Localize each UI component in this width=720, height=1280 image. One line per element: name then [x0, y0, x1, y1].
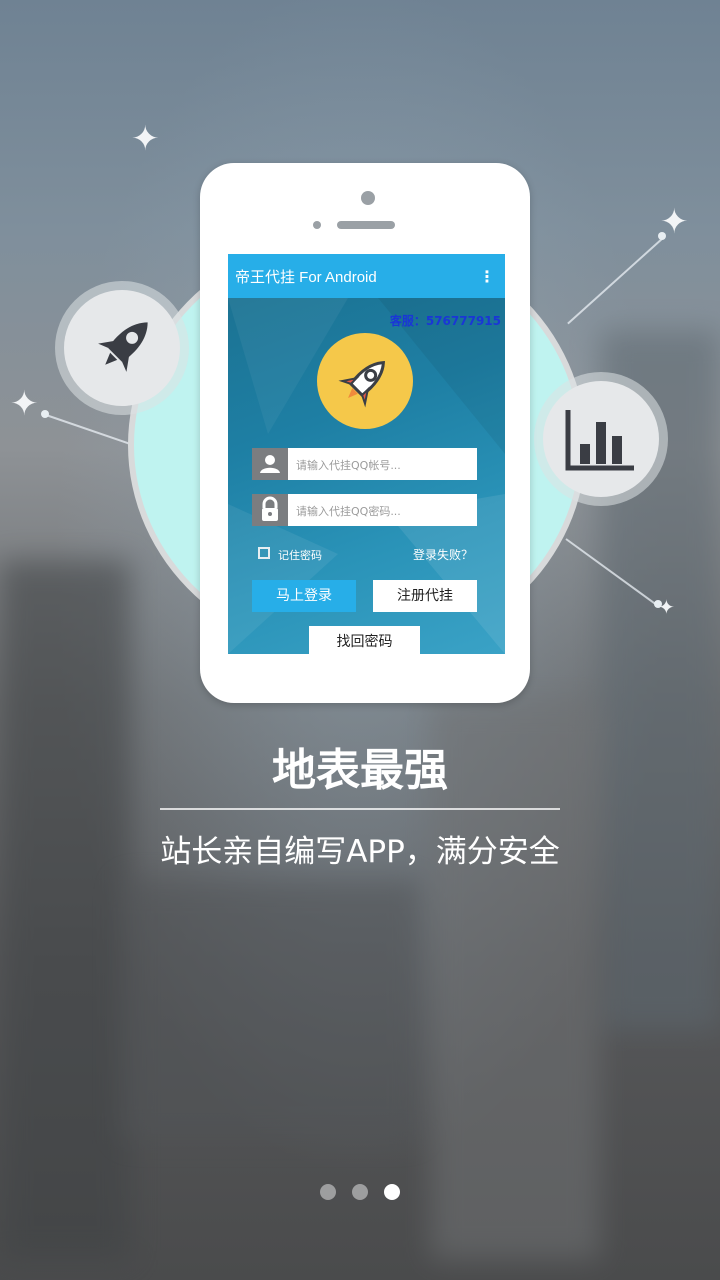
page-indicator [0, 1184, 720, 1200]
page-dot-active[interactable] [384, 1184, 400, 1200]
phone-speaker [337, 221, 395, 229]
slide-headline: 地表最强 [272, 745, 448, 796]
connector-dot [41, 410, 49, 418]
register-button[interactable]: 注册代挂 [373, 580, 477, 612]
page-dot[interactable] [352, 1184, 368, 1200]
phone-camera [361, 191, 375, 205]
remember-password-checkbox[interactable] [258, 547, 270, 559]
connector-dot [658, 232, 666, 240]
remember-password-label: 记住密码 [278, 549, 322, 562]
phone-screen: 帝王代挂 For Android ⋮ 客服：576777915 请输入代挂QQ帐… [228, 254, 505, 654]
customer-service-text: 客服：576777915 [389, 314, 501, 328]
bar-chart-icon [565, 410, 634, 471]
app-bar: 帝王代挂 For Android ⋮ [228, 254, 505, 298]
slide-subtitle: 站长亲自编写APP，满分安全 [160, 834, 560, 870]
app-title: 帝王代挂 For Android [235, 269, 377, 286]
login-button[interactable]: 马上登录 [252, 580, 356, 612]
recover-password-button[interactable]: 找回密码 [309, 626, 420, 654]
chart-badge [534, 372, 668, 506]
connector-dot [654, 600, 662, 608]
account-input[interactable]: 请输入代挂QQ帐号... [252, 448, 477, 480]
user-icon [252, 448, 288, 480]
lock-icon [252, 494, 288, 526]
login-failed-link[interactable]: 登录失败？ [413, 546, 473, 563]
headline-divider [160, 808, 560, 810]
more-vert-icon[interactable]: ⋮ [479, 267, 495, 286]
rocket-badge [55, 281, 189, 415]
rocket-icon [98, 322, 148, 372]
sparkle-icon: ✦ [10, 384, 39, 424]
rocket-icon [338, 361, 385, 408]
password-input[interactable]: 请输入代挂QQ密码... [252, 494, 477, 526]
sparkle-icon: ✦ [131, 119, 160, 159]
app-logo [317, 333, 413, 429]
page-dot[interactable] [320, 1184, 336, 1200]
account-placeholder: 请输入代挂QQ帐号... [296, 459, 401, 472]
phone-sensor [313, 221, 321, 229]
password-placeholder: 请输入代挂QQ密码... [296, 505, 401, 518]
